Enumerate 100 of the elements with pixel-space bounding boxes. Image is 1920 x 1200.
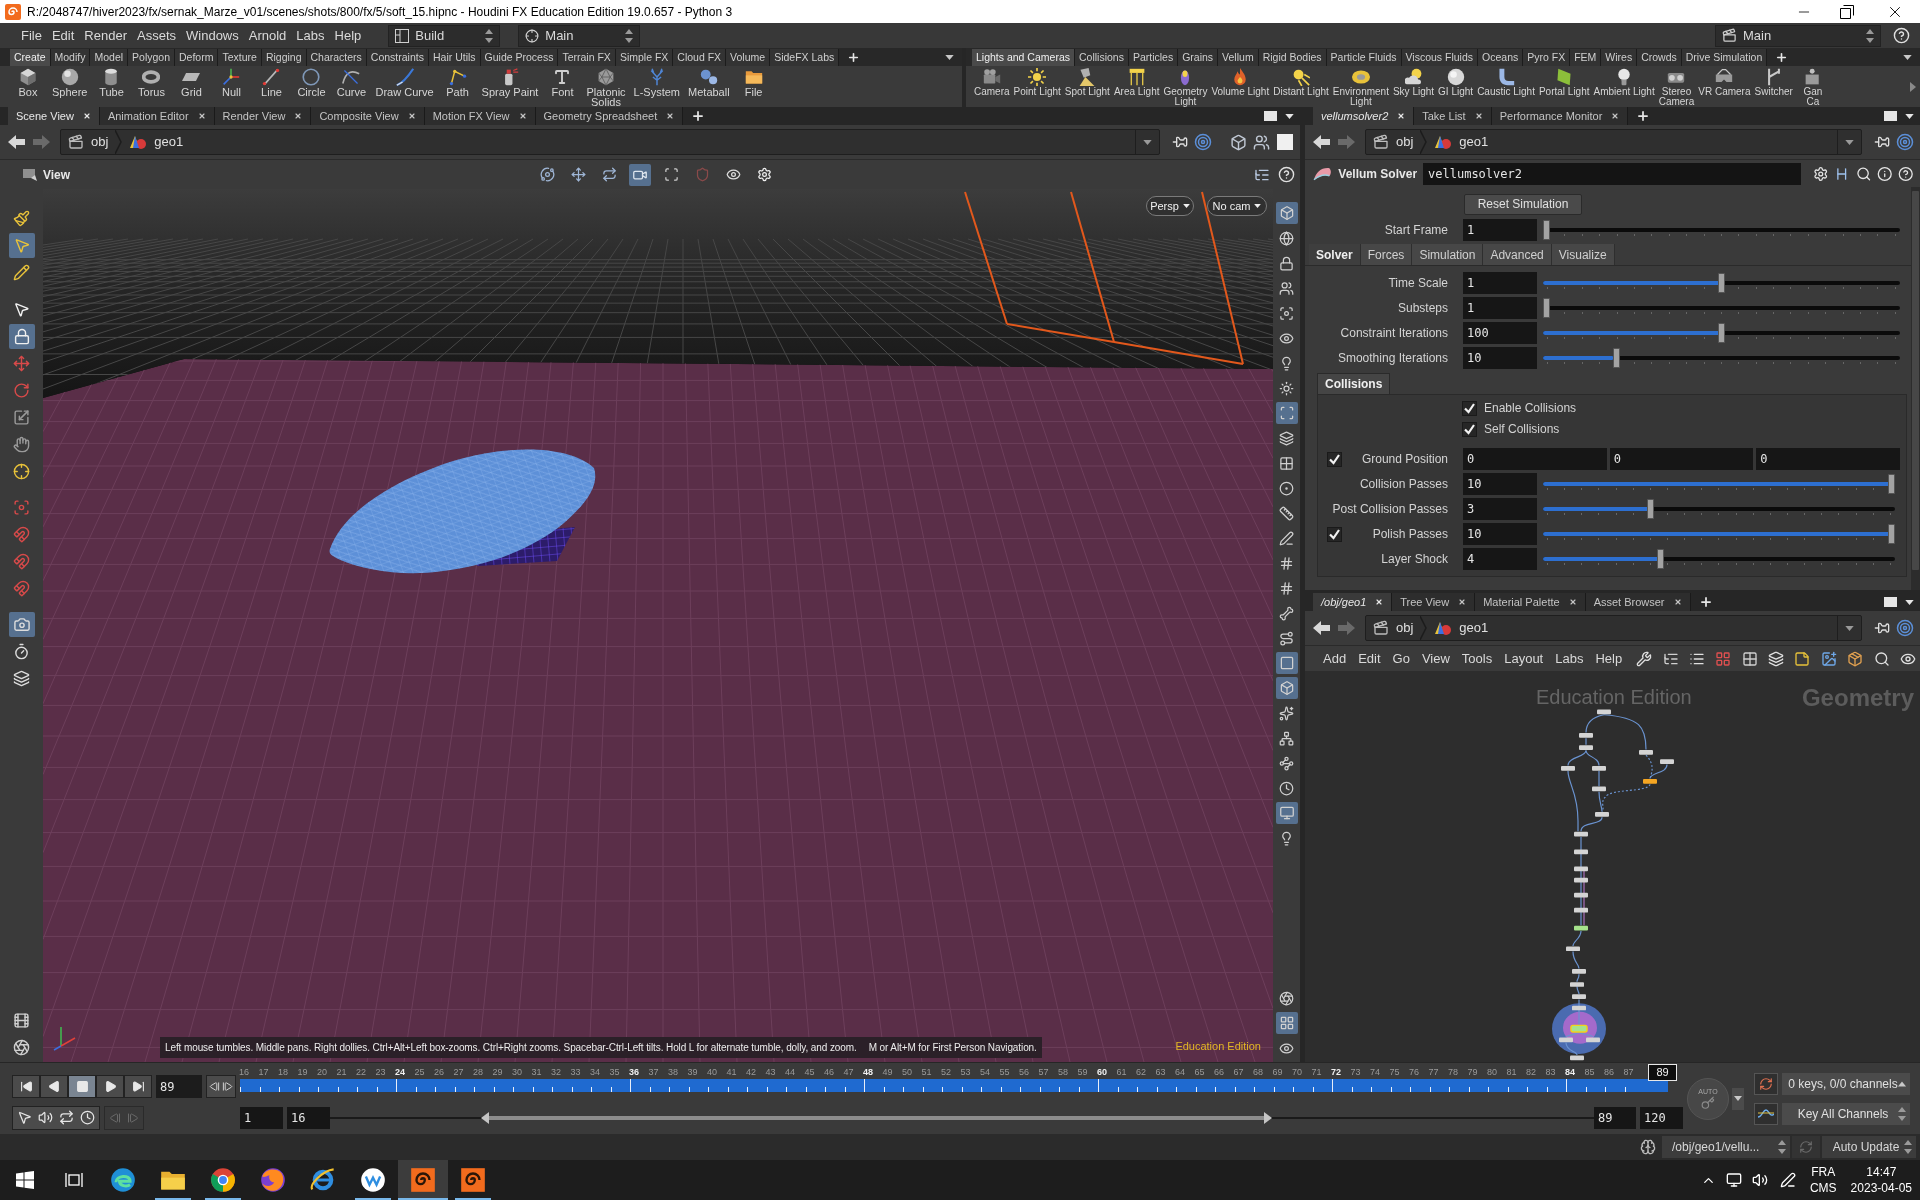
rotate-icon[interactable] — [13, 381, 30, 399]
menu-item[interactable]: Render — [79, 24, 132, 47]
updown-arrows-icon[interactable] — [1866, 28, 1874, 43]
network-node[interactable] — [1592, 786, 1606, 792]
network-node[interactable] — [1570, 1055, 1584, 1061]
people-icon[interactable] — [1253, 133, 1270, 151]
frame-field[interactable]: 89 — [156, 1075, 202, 1098]
network-node[interactable] — [1572, 994, 1586, 1000]
shelf-tab[interactable]: Deform — [175, 49, 219, 66]
hash-icon[interactable] — [1279, 580, 1294, 596]
shelf-tool[interactable]: Tube — [91, 66, 132, 107]
shelf-tool[interactable]: Draw Curve — [371, 66, 438, 107]
desk-dropdown[interactable]: Main — [1715, 24, 1881, 47]
number-field[interactable]: 10 — [1463, 523, 1537, 545]
add-tab-icon[interactable] — [1636, 109, 1651, 123]
shelf-tab[interactable]: Oceans — [1478, 49, 1524, 66]
move-icon[interactable] — [570, 167, 586, 182]
lightbulb-icon[interactable] — [1279, 355, 1294, 371]
info-icon[interactable] — [1877, 165, 1893, 182]
folder-tab[interactable]: Collisions — [1317, 373, 1391, 394]
curve-graph-icon[interactable] — [1758, 1107, 1774, 1120]
route-icon[interactable] — [1279, 630, 1294, 646]
circle-dot-icon[interactable] — [1279, 480, 1294, 496]
updown-arrows-icon[interactable] — [1904, 1140, 1912, 1154]
gear-icon[interactable] — [1812, 165, 1829, 182]
playback-button[interactable] — [12, 1075, 40, 1098]
number-field[interactable]: 0 — [1756, 448, 1900, 470]
menu-item[interactable]: Help — [329, 24, 367, 47]
square-icon[interactable] — [1276, 133, 1294, 151]
playback-button[interactable] — [40, 1075, 68, 1098]
slider-thumb[interactable] — [1543, 298, 1550, 318]
menu-item[interactable]: View — [1415, 648, 1456, 669]
pane-tab[interactable]: Motion FX View — [424, 107, 536, 125]
shelf-tab[interactable]: Particle Fluids — [1326, 49, 1402, 66]
help-icon[interactable] — [1278, 166, 1295, 183]
shelf-tab[interactable]: Particles — [1128, 49, 1179, 66]
scroll-right-icon[interactable] — [1910, 81, 1916, 92]
focus-icon[interactable] — [13, 498, 30, 516]
pointer-icon[interactable] — [17, 1110, 32, 1125]
focus-icon[interactable] — [1279, 305, 1294, 321]
caret-icon[interactable] — [1254, 204, 1262, 208]
updown-arrows-icon[interactable] — [485, 28, 494, 43]
network-node[interactable] — [1561, 765, 1575, 771]
view-dropdown[interactable]: No cam — [1207, 196, 1267, 216]
start-icon[interactable] — [16, 1171, 34, 1189]
number-field[interactable]: 1 — [240, 1106, 283, 1129]
close-icon[interactable] — [82, 112, 91, 120]
ruler-icon[interactable] — [1279, 505, 1294, 521]
grid-icon[interactable] — [1279, 455, 1294, 471]
scan-icon[interactable] — [663, 167, 679, 182]
shelf-tool[interactable]: Font — [542, 66, 583, 107]
slider-thumb[interactable] — [1656, 549, 1664, 569]
slider-thumb[interactable] — [1543, 220, 1550, 240]
shelf-tab[interactable]: Hair Utils — [428, 49, 481, 66]
camera-icon[interactable] — [629, 163, 651, 186]
checkbox[interactable] — [1327, 451, 1342, 467]
view-dropdown[interactable]: Persp — [1146, 196, 1194, 216]
refresh-icon[interactable] — [1759, 1076, 1773, 1091]
sparkles-icon[interactable] — [1279, 705, 1294, 721]
shelf-tool[interactable]: GI Light — [1436, 66, 1476, 107]
shelf-tool[interactable]: Sky Light — [1390, 66, 1437, 107]
step-back-icon[interactable] — [209, 1081, 220, 1092]
task-view-icon[interactable] — [65, 1172, 83, 1188]
slider[interactable] — [1543, 549, 1895, 569]
menu-item[interactable]: Tools — [1455, 648, 1499, 669]
slider-thumb[interactable] — [1646, 499, 1654, 519]
move-icon[interactable] — [13, 354, 30, 372]
network-node[interactable] — [1572, 1005, 1586, 1011]
hand-icon[interactable] — [13, 435, 30, 453]
close-icon[interactable] — [1397, 112, 1406, 120]
pin-icon[interactable] — [1172, 134, 1188, 150]
network-node[interactable] — [1574, 877, 1588, 883]
network-node[interactable] — [1592, 765, 1606, 771]
cube-icon[interactable] — [1230, 133, 1247, 151]
number-field[interactable]: 1 — [1463, 219, 1537, 241]
range-handle[interactable] — [481, 1111, 490, 1124]
menu-item[interactable]: Labs — [1549, 648, 1590, 669]
number-field[interactable]: 1 — [1463, 272, 1537, 294]
shelf-tool[interactable]: Caustic Light — [1475, 66, 1537, 107]
slider[interactable] — [1543, 348, 1900, 368]
menu-item[interactable]: Layout — [1498, 648, 1550, 669]
clock-icon[interactable] — [1279, 780, 1294, 796]
scale-icon[interactable] — [13, 408, 30, 426]
monitor-icon[interactable] — [1275, 802, 1298, 824]
shelf-tab[interactable]: Viscous Fluids — [1401, 49, 1479, 66]
number-field[interactable]: 10 — [1463, 347, 1537, 369]
number-field[interactable]: 1 — [1463, 297, 1537, 319]
shelf-tab[interactable]: Constraints — [366, 49, 429, 66]
pin-icon[interactable] — [1874, 134, 1890, 150]
pane-menu-icon[interactable] — [1905, 599, 1914, 605]
eye-icon[interactable] — [725, 167, 741, 182]
shelf-tab[interactable]: Characters — [306, 49, 367, 66]
updown-arrows-icon[interactable] — [1778, 1140, 1786, 1154]
slider-thumb[interactable] — [1718, 273, 1725, 293]
shelf-tab[interactable]: Crowds — [1637, 49, 1682, 66]
shelf-tab[interactable]: FEM — [1570, 49, 1602, 66]
restore-icon[interactable] — [1840, 4, 1854, 19]
add-tab-icon[interactable] — [847, 50, 861, 64]
network-node[interactable] — [1643, 779, 1657, 784]
slider[interactable] — [1543, 273, 1900, 293]
